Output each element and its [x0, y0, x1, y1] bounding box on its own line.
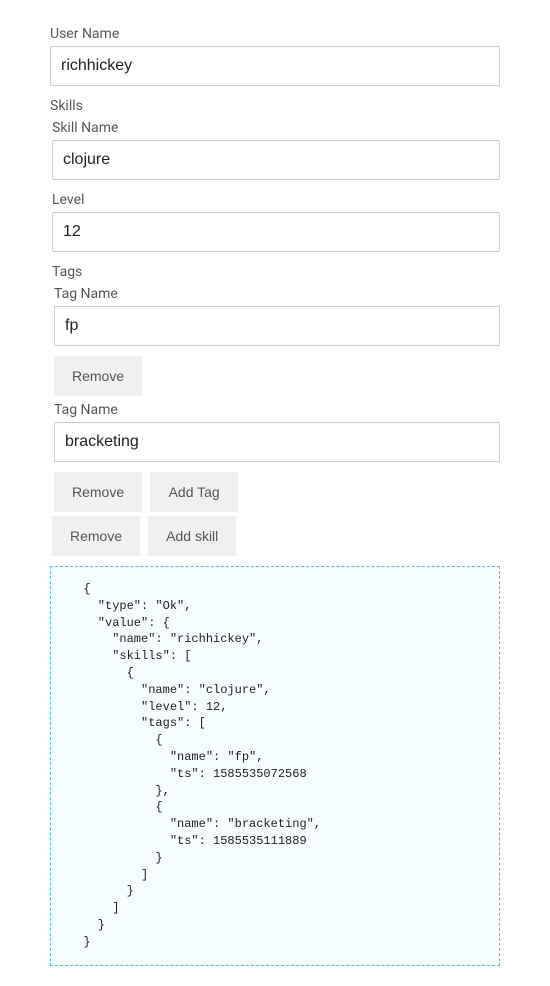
add-tag-button[interactable]: Add Tag: [150, 472, 238, 512]
skill-name-input[interactable]: [52, 140, 500, 180]
remove-skill-button[interactable]: Remove: [52, 516, 140, 556]
add-skill-button[interactable]: Add skill: [148, 516, 236, 556]
remove-tag-button-0[interactable]: Remove: [54, 356, 142, 396]
skill-level-input[interactable]: [52, 212, 500, 252]
tag-name-input-1[interactable]: [54, 422, 500, 462]
skill-level-label: Level: [52, 192, 500, 208]
tag-name-input-0[interactable]: [54, 306, 500, 346]
remove-tag-button-1[interactable]: Remove: [54, 472, 142, 512]
tag-name-label-0: Tag Name: [54, 286, 500, 302]
user-name-input[interactable]: [50, 46, 500, 86]
skills-section-label: Skills: [50, 98, 500, 114]
skill-name-label: Skill Name: [52, 120, 500, 136]
json-output-panel: { "type": "Ok", "value": { "name": "rich…: [50, 566, 500, 966]
tag-name-label-1: Tag Name: [54, 402, 500, 418]
tags-section-label: Tags: [52, 264, 500, 280]
user-name-label: User Name: [50, 26, 500, 42]
